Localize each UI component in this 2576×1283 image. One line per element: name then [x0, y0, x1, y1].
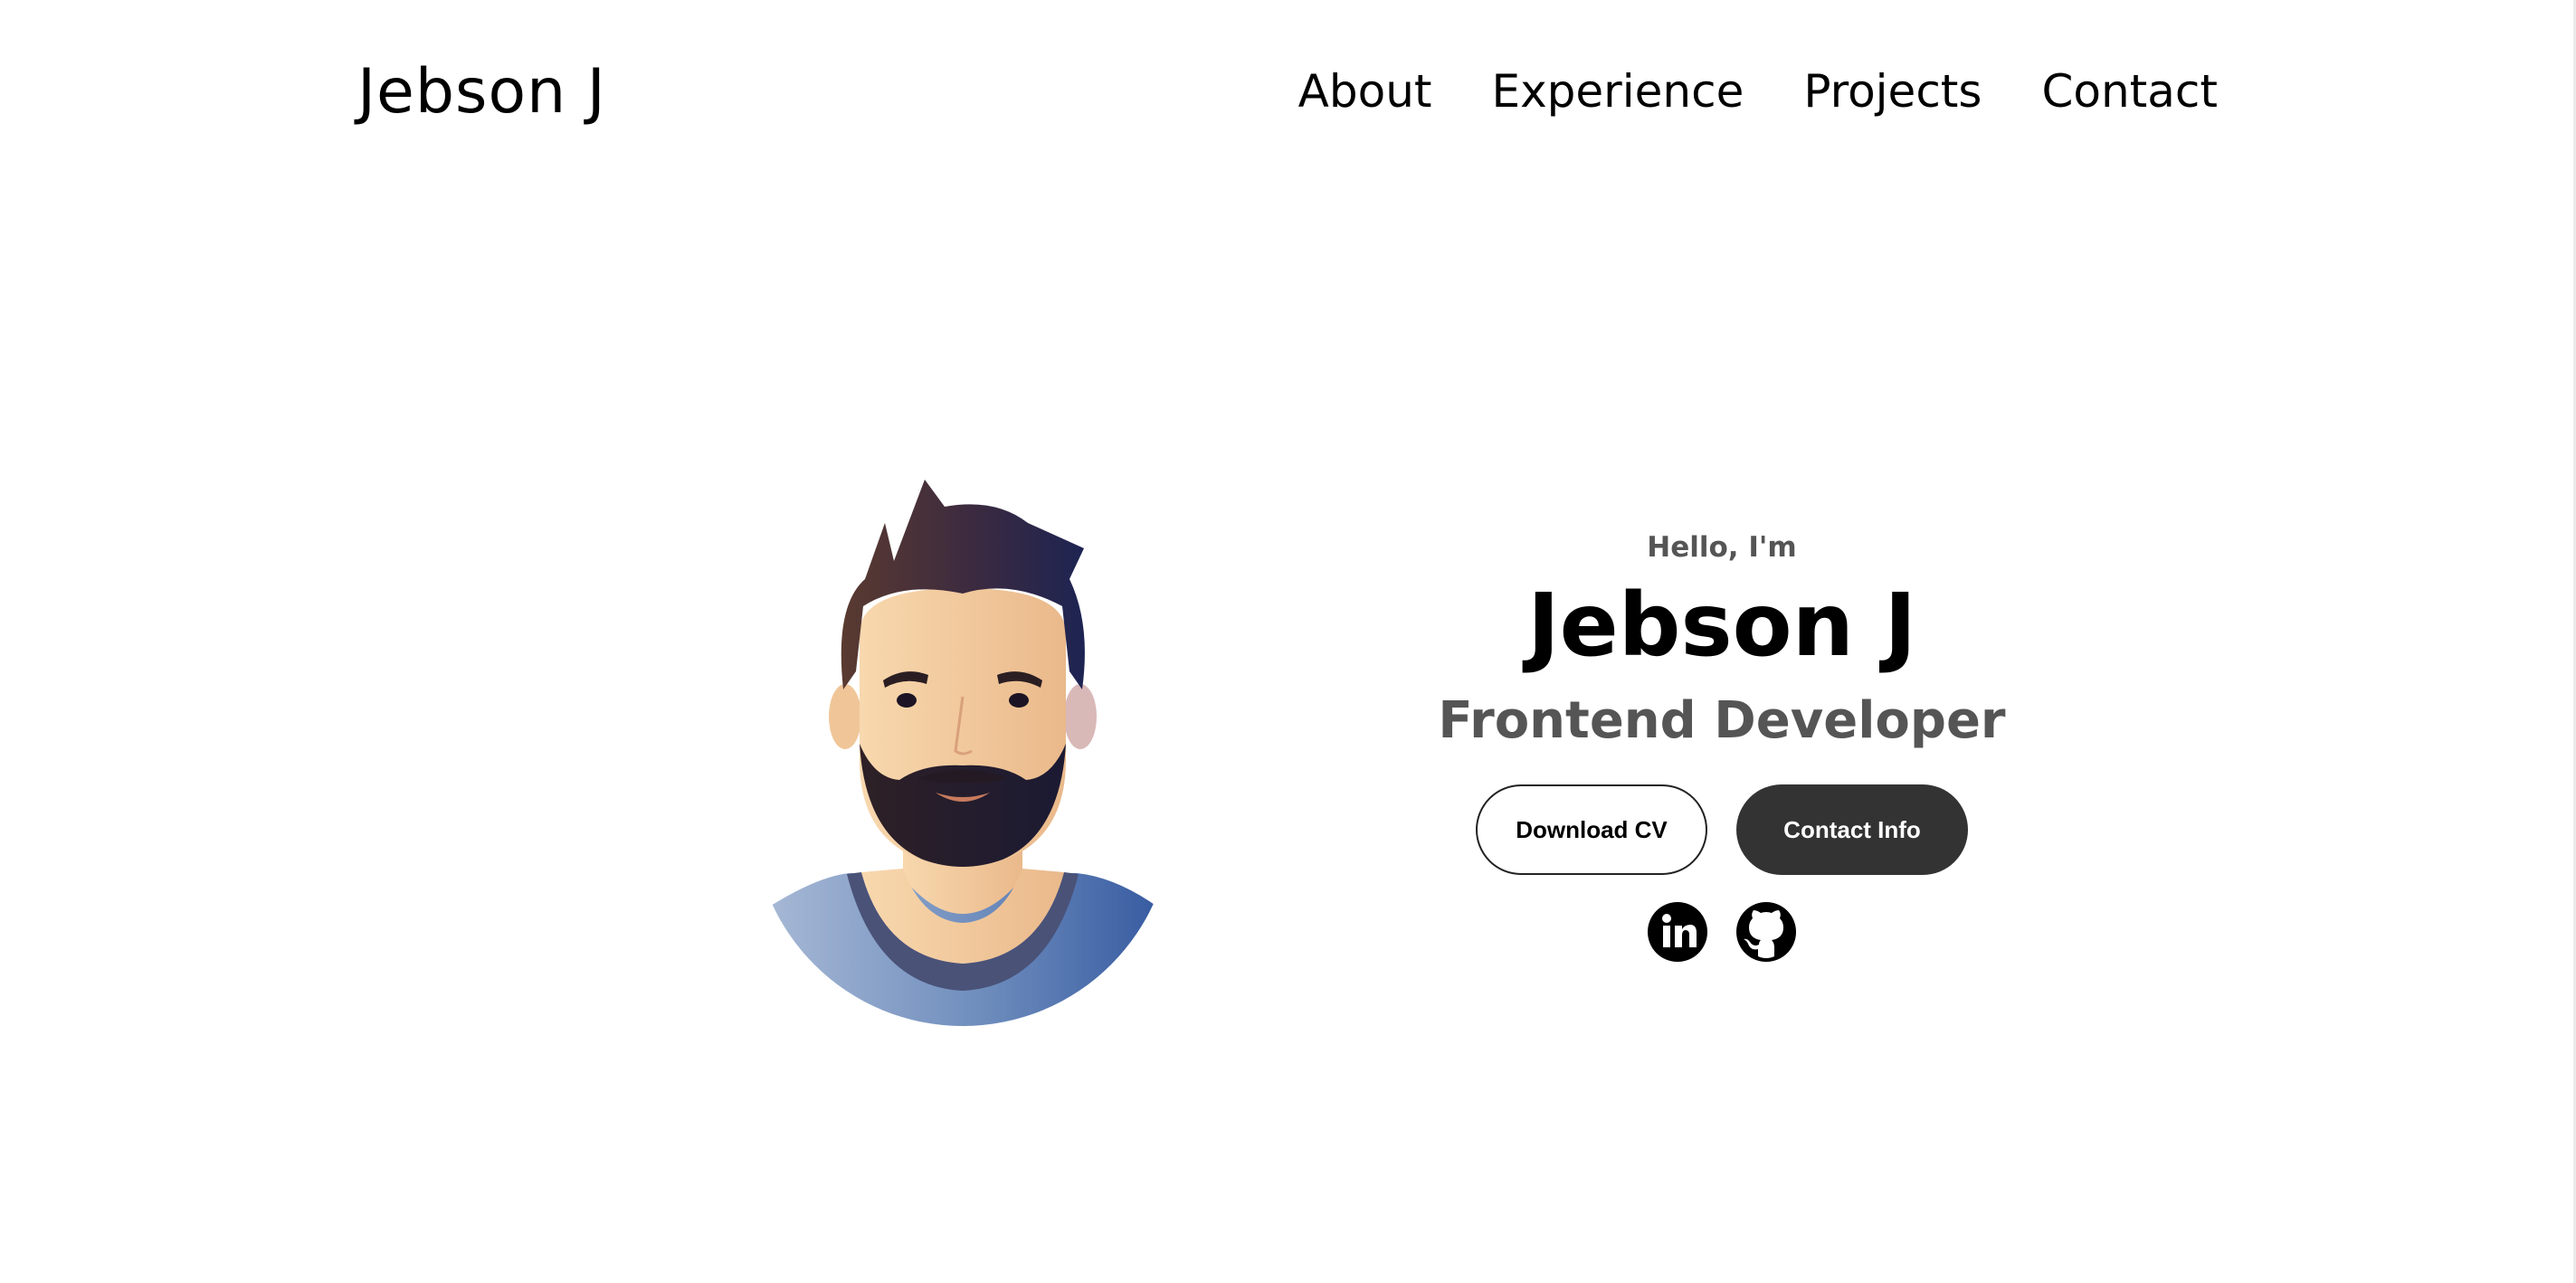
main-nav: About Experience Projects Contact	[1298, 69, 2218, 114]
social-links	[1428, 902, 2016, 962]
hero-name: Jebson J	[1526, 575, 1917, 676]
linkedin-icon[interactable]	[1648, 902, 1707, 962]
nav-link-experience[interactable]: Experience	[1492, 69, 1744, 114]
download-cv-button[interactable]: Download CV	[1476, 784, 1707, 875]
contact-info-button[interactable]: Contact Info	[1736, 784, 1968, 875]
github-icon[interactable]	[1736, 902, 1796, 962]
portfolio-page: Jebson J About Experience Projects Conta…	[0, 0, 2576, 1283]
nav-link-contact[interactable]: Contact	[2041, 69, 2218, 114]
hero-role: Frontend Developer	[1438, 691, 2006, 750]
hero-buttons: Download CV Contact Info	[1428, 784, 2016, 875]
nav-link-about[interactable]: About	[1298, 69, 1432, 114]
hero-greeting: Hello, I'm	[1647, 531, 1797, 564]
nav-link-projects[interactable]: Projects	[1803, 69, 1982, 114]
site-logo[interactable]: Jebson J	[357, 62, 606, 123]
hero-section: Hello, I'm Jebson J Frontend Developer D…	[1428, 534, 2016, 962]
profile-avatar	[758, 480, 1167, 1026]
